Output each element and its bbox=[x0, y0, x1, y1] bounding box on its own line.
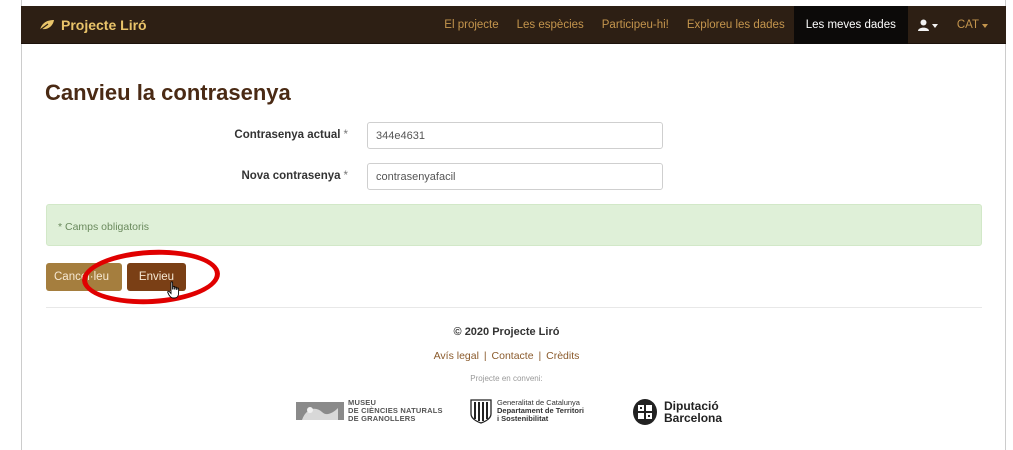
current-password-row: Contrasenya actual * bbox=[46, 122, 666, 150]
new-password-label: Nova contrasenya * bbox=[241, 170, 348, 182]
required-fields-alert: * Camps obligatoris bbox=[46, 204, 982, 246]
language-menu[interactable]: CAT bbox=[948, 6, 1006, 44]
museu-logo-text: MUSEU DE CIÈNCIES NATURALS DE GRANOLLERS bbox=[348, 399, 443, 423]
hand-pointer-icon bbox=[167, 281, 180, 299]
nav-item-exploreu[interactable]: Exploreu les dades bbox=[678, 6, 794, 44]
footer-links: Avís legal | Contacte | Crèdits bbox=[0, 350, 1013, 362]
chevron-down-icon bbox=[982, 23, 988, 28]
generalitat-emblem-icon bbox=[470, 399, 492, 424]
footer-link-legal[interactable]: Avís legal bbox=[434, 350, 479, 362]
footer-copyright: © 2020 Projecte Liró bbox=[453, 326, 560, 338]
main-nav: El projecte Les espècies Participeu-hi! … bbox=[435, 6, 1006, 44]
new-password-label-text: Nova contrasenya bbox=[241, 170, 341, 182]
footer-link-credits[interactable]: Crèdits bbox=[546, 350, 579, 362]
footer-link-separator: | bbox=[483, 350, 487, 362]
nav-item-participeu[interactable]: Participeu-hi! bbox=[593, 6, 678, 44]
nav-item-projecte[interactable]: El projecte bbox=[435, 6, 507, 44]
user-menu[interactable] bbox=[908, 6, 948, 44]
diputacio-logo-text: Diputació Barcelona bbox=[664, 400, 722, 424]
current-password-input[interactable] bbox=[367, 122, 663, 149]
diputacio-emblem-icon bbox=[633, 399, 657, 425]
museu-logo-line: DE GRANOLLERS bbox=[348, 414, 416, 423]
diputacio-logo[interactable]: Diputació Barcelona bbox=[632, 398, 722, 426]
footer-partnership-note: Projecte en conveni: bbox=[470, 374, 543, 383]
new-password-row: Nova contrasenya * bbox=[46, 163, 666, 191]
generalitat-logo-text: Generalitat de Catalunya Departament de … bbox=[497, 399, 584, 423]
leaf-icon bbox=[39, 20, 54, 31]
museu-emblem-icon bbox=[296, 402, 344, 420]
required-mark: * bbox=[343, 170, 348, 182]
nav-item-meves-dades[interactable]: Les meves dades bbox=[793, 6, 908, 44]
current-password-label-text: Contrasenya actual bbox=[234, 129, 341, 141]
top-navbar: Projecte Liró El projecte Les espècies P… bbox=[21, 6, 1006, 44]
page-title: Canvieu la contrasenya bbox=[45, 80, 291, 105]
museu-logo[interactable]: MUSEU DE CIÈNCIES NATURALS DE GRANOLLERS bbox=[296, 398, 443, 424]
diputacio-logo-line: Barcelona bbox=[664, 411, 723, 425]
footer-link-contact[interactable]: Contacte bbox=[492, 350, 534, 362]
footer-link-separator: | bbox=[538, 350, 542, 362]
brand-link[interactable]: Projecte Liró bbox=[39, 6, 147, 44]
chevron-down-icon bbox=[931, 23, 938, 28]
brand-label: Projecte Liró bbox=[61, 17, 147, 33]
current-password-label: Contrasenya actual * bbox=[234, 129, 348, 141]
required-mark: * bbox=[343, 129, 348, 141]
nav-item-especies[interactable]: Les espècies bbox=[508, 6, 593, 44]
generalitat-logo-line: i Sostenibilitat bbox=[497, 414, 549, 423]
user-icon bbox=[917, 19, 929, 31]
new-password-input[interactable] bbox=[367, 163, 663, 190]
generalitat-logo[interactable]: Generalitat de Catalunya Departament de … bbox=[470, 398, 584, 424]
language-label: CAT bbox=[956, 19, 979, 31]
footer-divider bbox=[46, 307, 982, 308]
